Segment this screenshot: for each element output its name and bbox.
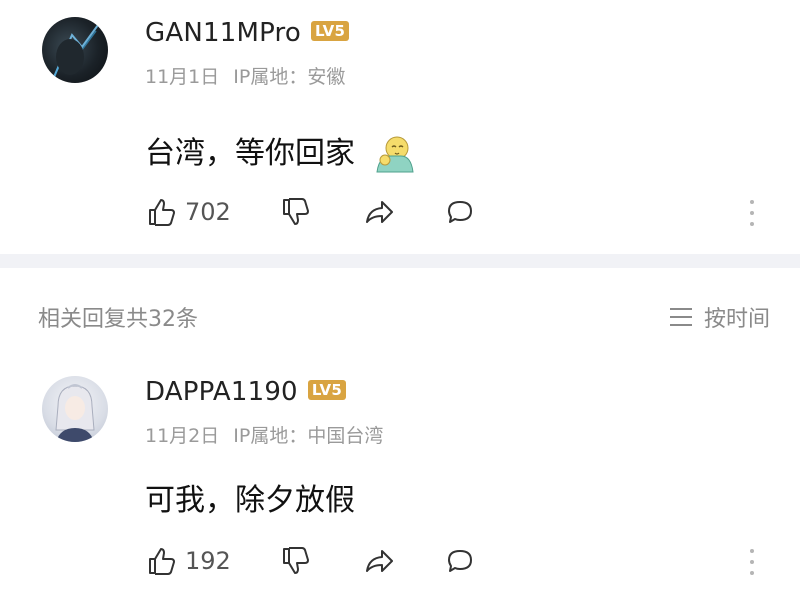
level-badge: LV5 — [307, 379, 346, 400]
share-button[interactable] — [363, 192, 397, 232]
share-icon — [366, 550, 393, 572]
like-count: 702 — [185, 198, 231, 226]
like-button[interactable]: 702 — [145, 192, 231, 232]
comment-meta: 11月2日 IP属地：中国台湾 — [145, 421, 397, 448]
share-button[interactable] — [363, 541, 397, 581]
reply-count-label: 相关回复共32条 — [38, 307, 198, 332]
sort-lines-icon — [669, 308, 692, 326]
sort-button[interactable]: 按时间 — [668, 301, 770, 333]
comment-text: 可我，除夕放假 — [145, 475, 355, 519]
hug-emoji-icon — [375, 136, 414, 172]
thumbs-down-icon — [283, 547, 309, 574]
thumbs-down-icon — [283, 198, 309, 225]
thumbs-up-icon — [149, 199, 175, 226]
thumbs-up-icon — [149, 548, 175, 575]
avatar[interactable] — [42, 376, 108, 442]
username[interactable]: DAPPA1190 LV5 — [145, 377, 346, 407]
comment-actions: 702 — [145, 192, 785, 232]
username[interactable]: GAN11MPro LV5 — [145, 18, 350, 48]
comment-bubble-icon — [448, 201, 472, 223]
ip-location: IP属地：中国台湾 — [233, 425, 384, 447]
dislike-button[interactable] — [279, 541, 313, 581]
comment-actions: 192 — [145, 541, 785, 581]
comment-date: 11月2日 — [145, 425, 220, 447]
sort-label: 按时间 — [703, 307, 770, 332]
dislike-button[interactable] — [279, 192, 313, 232]
like-count: 192 — [185, 547, 231, 575]
comment-bubble-icon — [448, 550, 472, 572]
username-text[interactable]: DAPPA1190 — [145, 377, 298, 407]
reply-item: DAPPA1190 LV5 11月2日 IP属地：中国台湾 可我，除夕放假 192 — [0, 355, 800, 609]
like-button[interactable]: 192 — [145, 541, 231, 581]
avatar[interactable] — [42, 17, 108, 83]
reply-button[interactable] — [443, 541, 477, 581]
reply-button[interactable] — [443, 192, 477, 232]
replies-header: 相关回复共32条 按时间 — [0, 295, 800, 335]
comment-text-content: 可我，除夕放假 — [145, 483, 355, 518]
username-text[interactable]: GAN11MPro — [145, 18, 301, 48]
more-vertical-icon[interactable] — [747, 196, 757, 230]
comment-item: GAN11MPro LV5 11月1日 IP属地：安徽 台湾，等你回家 702 — [0, 0, 800, 254]
comment-text-content: 台湾，等你回家 — [145, 136, 355, 171]
comment-date: 11月1日 — [145, 66, 220, 88]
ip-location: IP属地：安徽 — [233, 66, 346, 88]
comment-text: 台湾，等你回家 — [145, 128, 415, 176]
section-divider — [0, 254, 800, 268]
level-badge: LV5 — [310, 20, 350, 41]
more-vertical-icon[interactable] — [747, 545, 757, 579]
comment-meta: 11月1日 IP属地：安徽 — [145, 62, 359, 89]
share-icon — [366, 201, 393, 223]
